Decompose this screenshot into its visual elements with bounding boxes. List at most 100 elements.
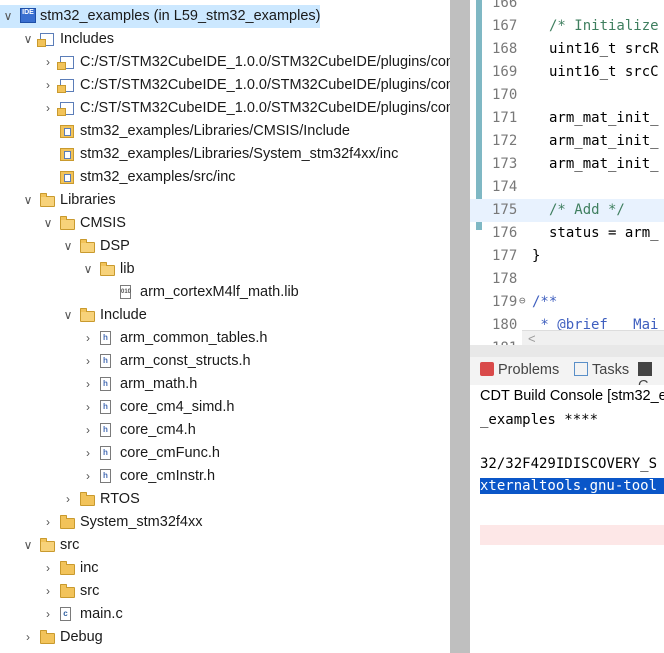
line-number: 169 (492, 64, 518, 80)
tree-item[interactable]: ∨ lib (0, 258, 450, 281)
tree-item-label: Includes (60, 31, 115, 47)
code-line[interactable]: 171 arm_mat_init_ (470, 107, 664, 130)
expanded-chevron-icon[interactable]: ∨ (0, 8, 16, 24)
tree-item[interactable]: stm32_examples/src/inc (0, 166, 450, 189)
collapsed-chevron-icon[interactable]: › (80, 353, 96, 369)
tree-item[interactable]: › h core_cm4_simd.h (0, 396, 450, 419)
code-line[interactable]: 167 /* Initialize (470, 15, 664, 38)
code-line[interactable]: 166 (470, 0, 664, 15)
expanded-chevron-icon[interactable]: ∨ (20, 192, 36, 208)
code-editor[interactable]: 166 167 /* Initialize 168 uint16_t srcR 169 ui… (470, 0, 664, 379)
tree-item-label: Include (100, 307, 147, 323)
tree-item[interactable]: › h arm_math.h (0, 373, 450, 396)
code-line[interactable]: 172 arm_mat_init_ (470, 130, 664, 153)
code-line[interactable]: 179 ⊖ /** (470, 291, 664, 314)
tree-item[interactable]: › c main.c (0, 603, 450, 626)
console-line: _examples **** (480, 412, 599, 428)
scroll-left-icon[interactable]: < (528, 331, 536, 346)
tab-tasks[interactable]: Tasks (574, 362, 629, 378)
right-pane: 166 167 /* Initialize 168 uint16_t srcR 169 ui… (470, 0, 664, 653)
tree-item[interactable]: ∨ Includes (0, 28, 450, 51)
line-number: 179 (492, 294, 518, 310)
build-console[interactable]: CDT Build Console [stm32_e _examples ***… (470, 385, 664, 653)
code-text: uint16_t srcC (549, 64, 659, 80)
folder-icon (60, 515, 75, 529)
collapsed-chevron-icon[interactable]: › (20, 629, 36, 645)
folder-open-icon (100, 262, 115, 276)
tree-item[interactable]: ∨ IDE stm32_examples (in L59_stm32_example… (0, 5, 320, 28)
tree-item[interactable]: ∨ src (0, 534, 450, 557)
header-file-icon: h (100, 423, 111, 437)
tree-item[interactable]: › inc (0, 557, 450, 580)
tree-item[interactable]: stm32_examples/Libraries/CMSIS/Include (0, 120, 450, 143)
include-path-icon (57, 79, 74, 93)
line-number: 170 (492, 87, 518, 103)
expanded-chevron-icon[interactable]: ∨ (80, 261, 96, 277)
tree-item-label: inc (80, 560, 99, 576)
collapsed-chevron-icon[interactable]: › (40, 54, 56, 70)
collapsed-chevron-icon[interactable]: › (80, 330, 96, 346)
expanded-chevron-icon[interactable]: ∨ (60, 238, 76, 254)
code-line[interactable]: 173 arm_mat_init_ (470, 153, 664, 176)
tree-item-label: Libraries (60, 192, 116, 208)
expanded-chevron-icon[interactable]: ∨ (60, 307, 76, 323)
collapsed-chevron-icon[interactable]: › (80, 445, 96, 461)
tree-item-label: CMSIS (80, 215, 126, 231)
collapsed-chevron-icon[interactable]: › (40, 606, 56, 622)
collapsed-chevron-icon[interactable]: › (40, 77, 56, 93)
console-icon (638, 362, 652, 376)
collapsed-chevron-icon[interactable]: › (80, 422, 96, 438)
tree-item[interactable]: 010 arm_cortexM4lf_math.lib (0, 281, 450, 304)
code-line[interactable]: 174 (470, 176, 664, 199)
tree-item[interactable]: stm32_examples/Libraries/System_stm32f4x… (0, 143, 450, 166)
line-number: 180 (492, 317, 518, 333)
tree-item-label: RTOS (100, 491, 140, 507)
tab-problems[interactable]: Problems (480, 362, 559, 378)
collapsed-chevron-icon[interactable]: › (40, 514, 56, 530)
tree-item-label: stm32_examples/Libraries/System_stm32f4x… (80, 146, 399, 162)
tree-item[interactable]: › Debug (0, 626, 450, 649)
expanded-chevron-icon[interactable]: ∨ (40, 215, 56, 231)
header-file-icon: h (100, 469, 111, 483)
horizontal-scrollbar[interactable]: < (522, 330, 664, 346)
include-folder-icon (60, 125, 74, 138)
tree-item[interactable]: › h core_cm4.h (0, 419, 450, 442)
code-line[interactable]: 168 uint16_t srcR (470, 38, 664, 61)
tree-item[interactable]: › System_stm32f4xx (0, 511, 450, 534)
tree-item[interactable]: › C:/ST/STM32CubeIDE_1.0.0/STM32CubeIDE/p… (0, 51, 450, 74)
tree-item[interactable]: › h arm_const_structs.h (0, 350, 450, 373)
tree-item[interactable]: › h arm_common_tables.h (0, 327, 450, 350)
code-line[interactable]: 169 uint16_t srcC (470, 61, 664, 84)
tree-item[interactable]: › h core_cmInstr.h (0, 465, 450, 488)
code-text: uint16_t srcR (549, 41, 659, 57)
tree-item[interactable]: › h core_cmFunc.h (0, 442, 450, 465)
collapsed-chevron-icon[interactable]: › (40, 560, 56, 576)
tree-item[interactable]: › C:/ST/STM32CubeIDE_1.0.0/STM32CubeIDE/p… (0, 74, 450, 97)
collapsed-chevron-icon[interactable]: › (40, 100, 56, 116)
expanded-chevron-icon[interactable]: ∨ (20, 31, 36, 47)
code-line[interactable]: 177} (470, 245, 664, 268)
code-line[interactable]: 176 status = arm_ (470, 222, 664, 245)
code-line[interactable]: 178 (470, 268, 664, 291)
collapsed-chevron-icon[interactable]: › (40, 583, 56, 599)
tree-item[interactable]: ∨ CMSIS (0, 212, 450, 235)
collapsed-chevron-icon[interactable]: › (80, 399, 96, 415)
folder-open-icon (40, 193, 55, 207)
tree-item[interactable]: › C:/ST/STM32CubeIDE_1.0.0/STM32CubeIDE/p… (0, 97, 450, 120)
pane-splitter[interactable] (450, 0, 470, 653)
tree-item[interactable]: ∨ DSP (0, 235, 450, 258)
tree-item[interactable]: › RTOS (0, 488, 450, 511)
collapsed-chevron-icon[interactable]: › (60, 491, 76, 507)
tree-item[interactable]: › src (0, 580, 450, 603)
tree-item[interactable]: ∨ Libraries (0, 189, 450, 212)
include-folder-icon (60, 148, 74, 161)
pane-separator[interactable] (470, 345, 664, 357)
code-line[interactable]: 170 (470, 84, 664, 107)
header-file-icon: h (100, 331, 111, 345)
collapsed-chevron-icon[interactable]: › (80, 376, 96, 392)
code-line[interactable]: 175 /* Add */ (470, 199, 664, 222)
collapsed-chevron-icon[interactable]: › (80, 468, 96, 484)
tree-item[interactable]: ∨ Include (0, 304, 450, 327)
expanded-chevron-icon[interactable]: ∨ (20, 537, 36, 553)
fold-collapse-icon[interactable]: ⊖ (519, 294, 526, 307)
